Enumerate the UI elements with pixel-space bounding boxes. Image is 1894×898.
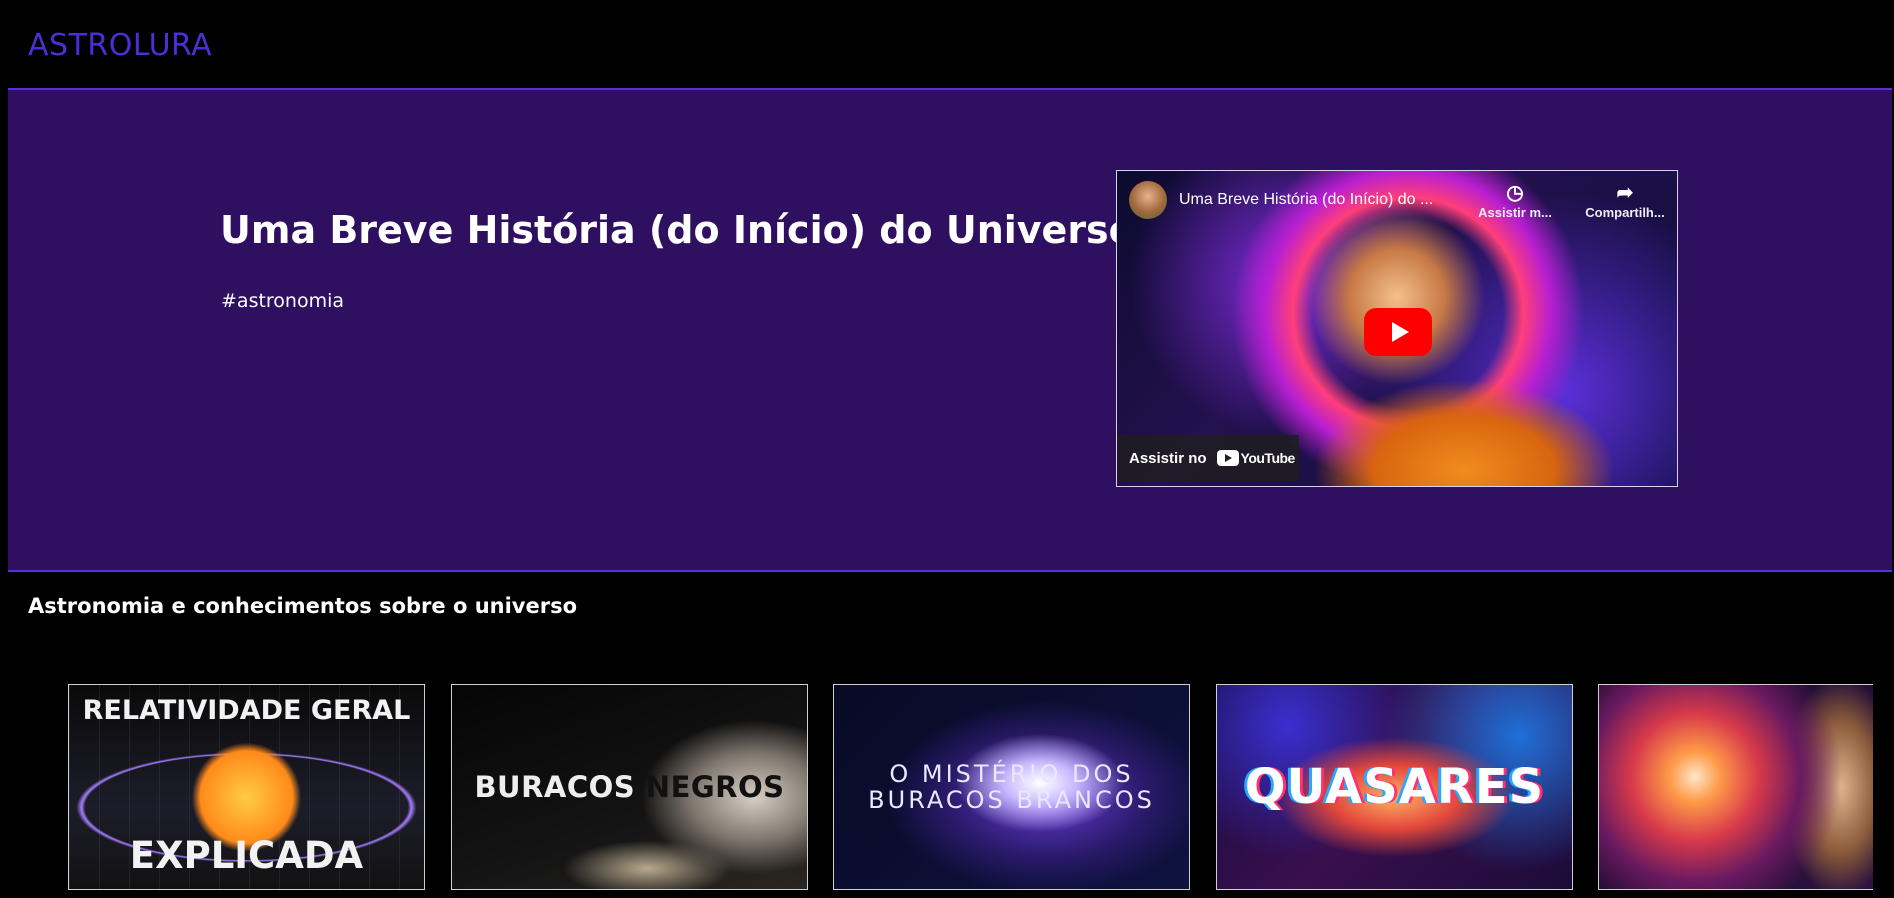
video-thumbnail-quasares[interactable]: QUASARES: [1216, 684, 1573, 890]
watch-on-youtube-button[interactable]: Assistir no YouTube: [1117, 435, 1299, 481]
share-button[interactable]: ➦ Compartilh...: [1577, 181, 1673, 220]
thumbnail-text-part: BURACOS: [474, 770, 646, 804]
watch-later-button[interactable]: ◷ Assistir m...: [1467, 181, 1563, 220]
video-thumbnail-wormhole[interactable]: [1598, 684, 1873, 890]
play-icon: [1391, 322, 1409, 342]
thumbnail-line: O MISTÉRIO DOS: [889, 760, 1134, 788]
featured-tag[interactable]: #astronomia: [221, 290, 344, 312]
featured-title: Uma Breve História (do Início) do Univer…: [220, 208, 1135, 252]
thumbnail-text: QUASARES: [1244, 759, 1545, 815]
youtube-play-icon: [1216, 450, 1239, 466]
watch-on-label: Assistir no: [1129, 449, 1207, 467]
site-header: ASTROLURA: [0, 0, 1894, 88]
video-thumbnail-relatividade[interactable]: RELATIVIDADE GERAL EXPLICADA: [68, 684, 425, 890]
play-button[interactable]: [1364, 308, 1432, 356]
thumbnail-text: O MISTÉRIO DOS BURACOS BRANCOS: [868, 761, 1155, 813]
video-thumbnail-buracos-negros[interactable]: BURACOS NEGROS: [451, 684, 808, 890]
featured-section: Uma Breve História (do Início) do Univer…: [8, 88, 1892, 572]
thumbnail-text-part: NEGROS: [645, 770, 785, 804]
youtube-logo: YouTube: [1216, 450, 1296, 466]
thumbnail-text-bottom: EXPLICADA: [129, 834, 364, 877]
share-icon: ➦: [1616, 182, 1634, 204]
thumbnail-line: BURACOS BRANCOS: [868, 786, 1155, 814]
share-label: Compartilh...: [1585, 205, 1665, 220]
video-title[interactable]: Uma Breve História (do Início) do ...: [1179, 191, 1433, 209]
site-logo[interactable]: ASTROLURA: [28, 28, 212, 63]
thumbnail-text-top: RELATIVIDADE GERAL: [82, 695, 411, 726]
video-carousel: RELATIVIDADE GERAL EXPLICADA BURACOS NEG…: [0, 684, 1894, 898]
section-title: Astronomia e conhecimentos sobre o unive…: [28, 594, 578, 618]
video-thumbnail-buracos-brancos[interactable]: O MISTÉRIO DOS BURACOS BRANCOS: [833, 684, 1190, 890]
thumbnail-text: BURACOS NEGROS: [474, 770, 784, 804]
youtube-embed[interactable]: Uma Breve História (do Início) do ... ◷ …: [1116, 170, 1678, 487]
watch-later-label: Assistir m...: [1478, 205, 1552, 220]
channel-avatar[interactable]: [1129, 181, 1167, 219]
clock-icon: ◷: [1506, 182, 1524, 204]
youtube-wordmark: YouTube: [1240, 450, 1296, 466]
